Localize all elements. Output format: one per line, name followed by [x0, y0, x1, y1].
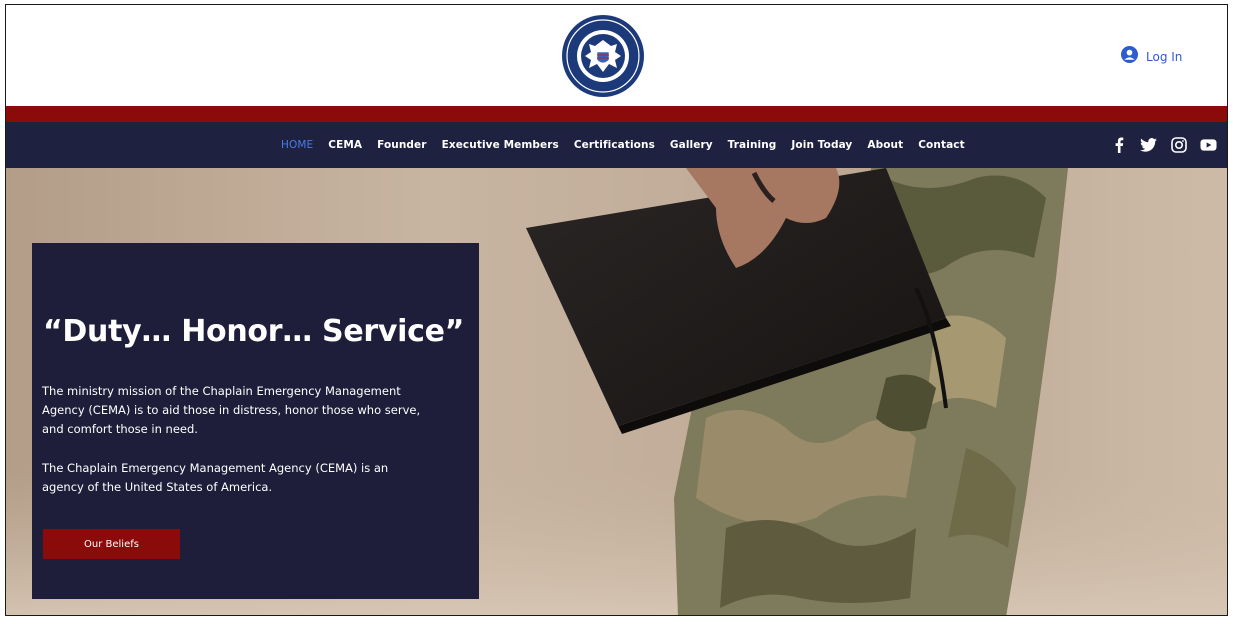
user-circle-icon — [1121, 46, 1138, 67]
instagram-icon[interactable] — [1170, 136, 1187, 153]
facebook-icon[interactable] — [1110, 136, 1127, 153]
nav-item-join-today[interactable]: Join Today — [791, 139, 852, 151]
browser-frame: Log In HOME CEMA Founder Executive Membe… — [5, 4, 1228, 616]
our-beliefs-button[interactable]: Our Beliefs — [43, 529, 180, 559]
nav-item-home[interactable]: HOME — [281, 139, 313, 151]
agency-seal-logo[interactable] — [561, 14, 645, 98]
nav-item-about[interactable]: About — [867, 139, 903, 151]
nav-menu: HOME CEMA Founder Executive Members Cert… — [281, 122, 965, 168]
nav-item-cema[interactable]: CEMA — [328, 139, 362, 151]
agency-statement: The Chaplain Emergency Management Agency… — [42, 461, 389, 494]
youtube-icon[interactable] — [1200, 136, 1217, 153]
nav-item-training[interactable]: Training — [728, 139, 777, 151]
twitter-icon[interactable] — [1140, 136, 1157, 153]
social-links — [1110, 136, 1217, 153]
nav-item-contact[interactable]: Contact — [918, 139, 964, 151]
login-button[interactable]: Log In — [1121, 46, 1182, 67]
hero-section: “Duty… Honor… Service” The ministry miss… — [6, 168, 1227, 615]
nav-item-founder[interactable]: Founder — [377, 139, 426, 151]
nav-item-executive-members[interactable]: Executive Members — [442, 139, 559, 151]
main-navbar: HOME CEMA Founder Executive Members Cert… — [6, 122, 1227, 168]
hero-heading: “Duty… Honor… Service” — [43, 314, 465, 349]
top-header: Log In — [6, 5, 1227, 106]
mission-statement: The ministry mission of the Chaplain Eme… — [42, 384, 421, 436]
login-label: Log In — [1146, 49, 1183, 64]
nav-item-certifications[interactable]: Certifications — [574, 139, 655, 151]
accent-band — [6, 106, 1227, 122]
nav-item-gallery[interactable]: Gallery — [670, 139, 713, 151]
